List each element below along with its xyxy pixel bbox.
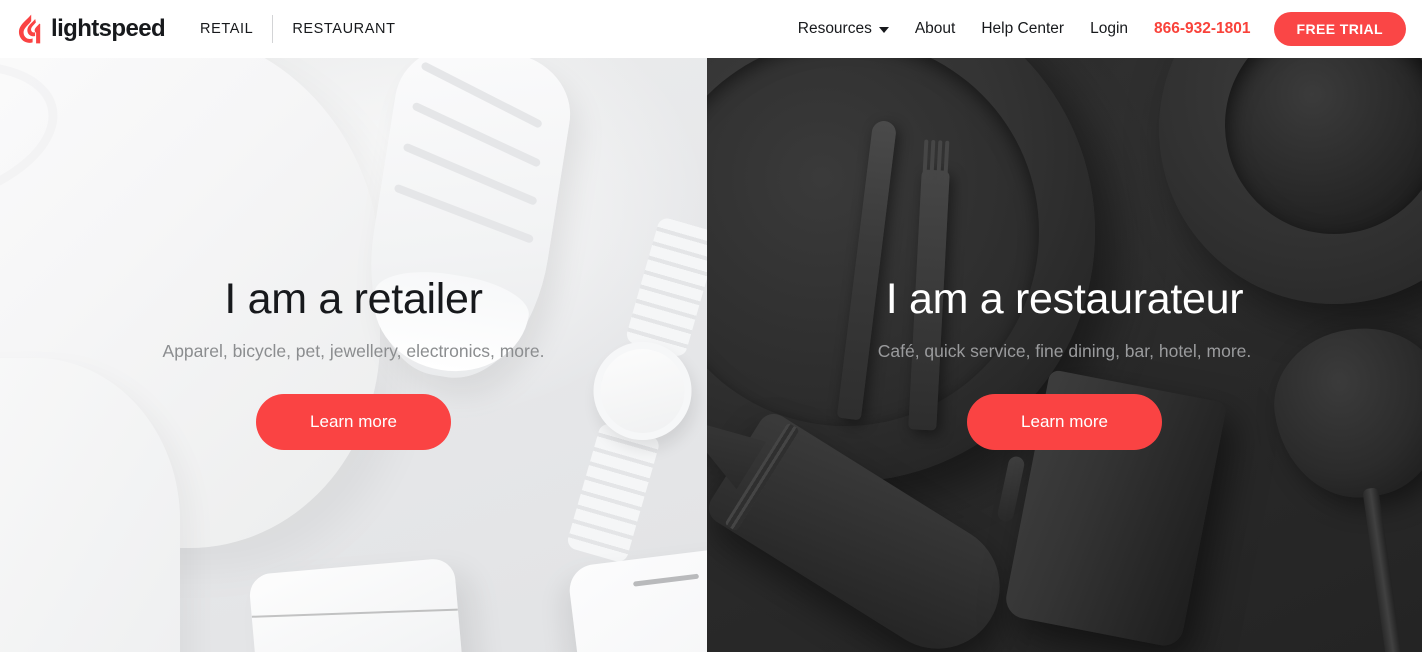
logo-wordmark: lightspeed [51,15,166,42]
wine-glass-stem [1362,487,1402,652]
jar-lid-seam [251,608,458,618]
phone-number-link[interactable]: 866-932-1801 [1141,20,1264,38]
nav-link-help-center[interactable]: Help Center [968,20,1077,38]
nav-link-login[interactable]: Login [1077,20,1141,38]
tshirt-collar [0,58,74,235]
hero-split-section: I am a retailer Apparel, bicycle, pet, j… [0,58,1422,652]
white-cosmetic-jar-object [248,557,470,652]
restaurateur-content: I am a restaurateur Café, quick service,… [707,275,1422,451]
segment-link-restaurant[interactable]: RESTAURANT [273,21,414,37]
coffee-cup-object [1225,58,1422,234]
retailer-learn-more-button[interactable]: Learn more [256,394,451,451]
navbar-left-group: lightspeed RETAIL RESTAURANT [0,14,415,44]
navbar-right-group: Resources About Help Center Login 866-93… [785,12,1422,46]
free-trial-button[interactable]: FREE TRIAL [1273,12,1406,46]
segment-nav: RETAIL RESTAURANT [181,15,415,43]
hero-panel-retailer[interactable]: I am a retailer Apparel, bicycle, pet, j… [0,58,707,652]
restaurateur-title: I am a restaurateur [885,275,1244,323]
hero-panel-restaurateur[interactable]: I am a restaurateur Café, quick service,… [707,58,1422,652]
restaurateur-subtitle: Café, quick service, fine dining, bar, h… [877,341,1252,362]
nav-link-about[interactable]: About [902,20,969,38]
lightspeed-flame-logo-icon [18,14,41,44]
segment-link-retail[interactable]: RETAIL [181,21,272,37]
chevron-down-icon [878,27,889,33]
top-navigation-bar: lightspeed RETAIL RESTAURANT Resources A… [0,0,1422,58]
nav-link-resources-label: Resources [797,20,872,37]
retailer-content: I am a retailer Apparel, bicycle, pet, j… [0,275,707,451]
phone-earpiece [632,573,700,587]
nav-link-resources[interactable]: Resources [785,20,902,38]
retailer-subtitle: Apparel, bicycle, pet, jewellery, electr… [162,341,545,362]
retailer-title: I am a retailer [224,275,483,323]
restaurateur-learn-more-button[interactable]: Learn more [967,394,1162,451]
lightspeed-logo[interactable]: lightspeed [18,14,166,44]
